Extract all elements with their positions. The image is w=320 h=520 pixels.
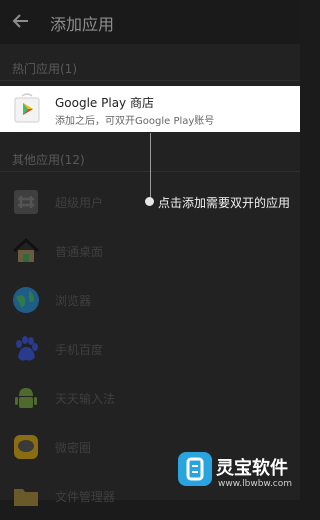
app-label: 普通桌面	[55, 245, 104, 259]
app-bar: 添加应用	[0, 0, 300, 44]
globe-icon	[13, 287, 39, 313]
watermark-name: 灵宝软件	[216, 458, 288, 479]
app-label: 超级用户	[55, 196, 104, 210]
app-row-home[interactable]: 普通桌面	[0, 227, 300, 275]
watermark-logo: 灵宝软件 www.lbwbw.com	[178, 452, 298, 498]
app-label: 手机百度	[55, 343, 104, 357]
featured-app-name: Google Play 商店	[55, 96, 154, 110]
superuser-icon	[14, 190, 38, 214]
baidu-paw-icon	[16, 336, 38, 361]
app-label: 浏览器	[55, 294, 92, 308]
app-row-input-method[interactable]: 天天输入法	[0, 374, 300, 422]
app-row-baidu[interactable]: 手机百度	[0, 325, 300, 373]
arrow-left-icon[interactable]	[10, 10, 32, 32]
divider	[0, 80, 300, 81]
watermark-badge-icon	[178, 452, 212, 486]
featured-app-subtitle: 添加之后，可双开Google Play账号	[55, 116, 215, 127]
home-icon	[12, 237, 40, 262]
callout-dot	[145, 197, 154, 206]
app-label: 文件管理器	[55, 490, 116, 504]
app-row-browser[interactable]: 浏览器	[0, 276, 300, 324]
featured-app-row[interactable]: Google Play 商店 添加之后，可双开Google Play账号	[0, 86, 300, 132]
section-header-other: 其他应用(12)	[12, 153, 85, 167]
app-screen: 添加应用 热门应用(1) Google Play 商店 添加之后，可双开Goog…	[0, 0, 300, 506]
android-icon	[15, 388, 37, 408]
callout-text: 点击添加需要双开的应用	[158, 196, 291, 210]
folder-icon	[14, 489, 38, 506]
watermark-url: www.lbwbw.com	[218, 479, 293, 489]
page-title: 添加应用	[50, 15, 115, 34]
chat-icon	[14, 435, 38, 459]
callout-line	[150, 133, 151, 202]
app-label: 天天输入法	[55, 392, 116, 406]
google-play-icon	[14, 93, 40, 123]
section-header-popular: 热门应用(1)	[12, 62, 77, 76]
app-label: 微密圈	[55, 441, 92, 455]
